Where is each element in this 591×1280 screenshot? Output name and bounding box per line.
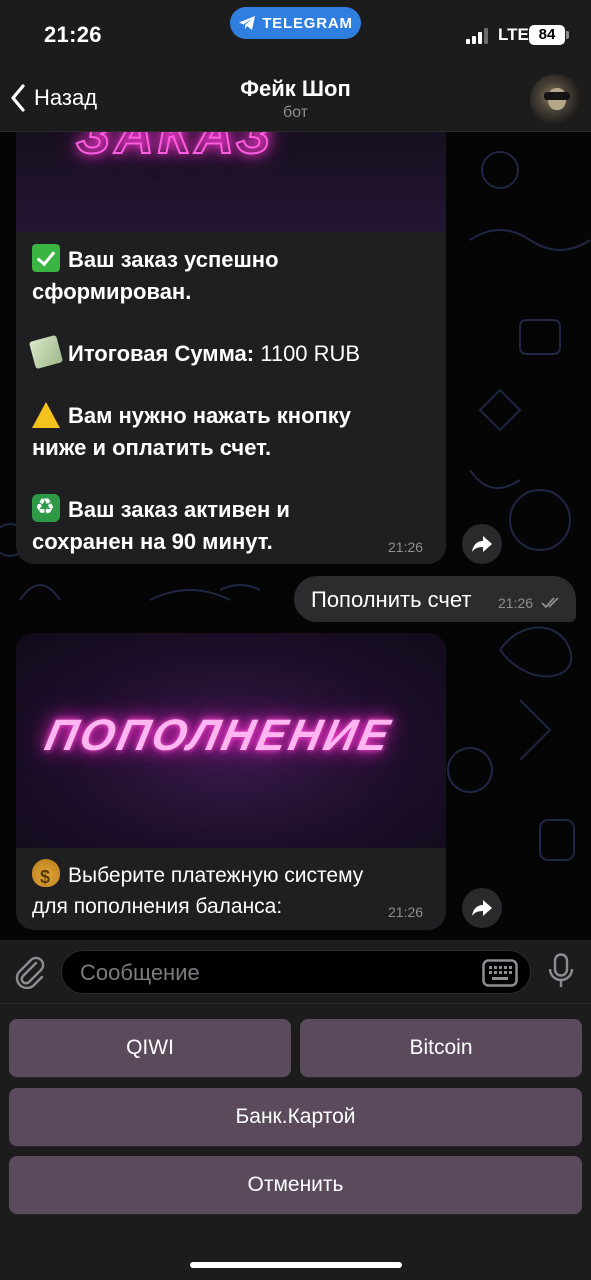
message-text-payment: Выберите платежную систему для пополнени… xyxy=(32,859,432,922)
check-mark-icon xyxy=(32,244,60,272)
keyboard-icon[interactable] xyxy=(482,959,518,987)
message-input-bar xyxy=(0,940,591,1004)
telegram-plane-icon xyxy=(239,16,256,30)
battery-level: 84 xyxy=(529,25,565,45)
avatar-mask xyxy=(544,92,570,100)
banner-neon-text: ПОПОЛНЕНИЕ xyxy=(40,711,397,760)
outgoing-text: Пополнить счет xyxy=(311,587,472,612)
incoming-message-payment[interactable]: ПОПОЛНЕНИЕ Выберите платежную систему дл… xyxy=(16,633,446,930)
signal-icon xyxy=(466,28,488,44)
network-type: LTE xyxy=(498,25,529,44)
message-time: 21:26 xyxy=(498,595,534,611)
status-bar: 21:26 TELEGRAM LTE 84 xyxy=(0,0,591,66)
message-banner-image[interactable]: ЗАКАЗ xyxy=(16,132,446,232)
recycle-icon xyxy=(32,494,60,522)
chat-title[interactable]: Фейк Шоп xyxy=(0,76,591,102)
chat-header: Назад Фейк Шоп бот xyxy=(0,66,591,132)
battery-tip xyxy=(566,31,569,39)
bot-keyboard: QIWI Bitcoin Банк.Картой Отменить xyxy=(0,1004,591,1280)
money-wings-icon xyxy=(28,334,64,370)
message-input[interactable] xyxy=(80,959,470,987)
outgoing-message[interactable]: Пополнить счет 21:26 xyxy=(294,576,576,622)
message-time: 21:26 xyxy=(388,904,424,920)
chat-subtitle: бот xyxy=(282,104,309,121)
cancel-button[interactable]: Отменить xyxy=(9,1156,582,1214)
paperclip-icon[interactable] xyxy=(14,955,46,989)
avatar[interactable] xyxy=(530,74,581,125)
share-icon xyxy=(472,536,492,552)
message-text-order: Ваш заказ успешно сформирован. Итоговая … xyxy=(28,244,432,558)
share-button[interactable] xyxy=(462,524,502,564)
share-button[interactable] xyxy=(462,888,502,928)
telegram-pill-label: TELEGRAM xyxy=(262,14,353,32)
banner-neon-text: ЗАКАЗ xyxy=(75,132,275,166)
share-icon xyxy=(472,900,492,916)
bank-card-button[interactable]: Банк.Картой xyxy=(9,1088,582,1146)
message-time: 21:26 xyxy=(388,539,424,555)
double-check-icon xyxy=(541,597,559,609)
telegram-pill[interactable]: TELEGRAM xyxy=(230,7,361,39)
message-field[interactable] xyxy=(61,950,531,994)
microphone-icon[interactable] xyxy=(548,953,574,989)
message-banner-image[interactable]: ПОПОЛНЕНИЕ xyxy=(16,633,446,848)
bitcoin-button[interactable]: Bitcoin xyxy=(300,1019,582,1077)
money-bag-icon xyxy=(32,859,60,893)
qiwi-button[interactable]: QIWI xyxy=(9,1019,291,1077)
warning-icon xyxy=(32,402,60,428)
clock: 21:26 xyxy=(44,22,102,47)
incoming-message-order[interactable]: ЗАКАЗ Ваш заказ успешно сформирован. Ито… xyxy=(16,132,446,564)
home-indicator[interactable] xyxy=(190,1262,402,1268)
